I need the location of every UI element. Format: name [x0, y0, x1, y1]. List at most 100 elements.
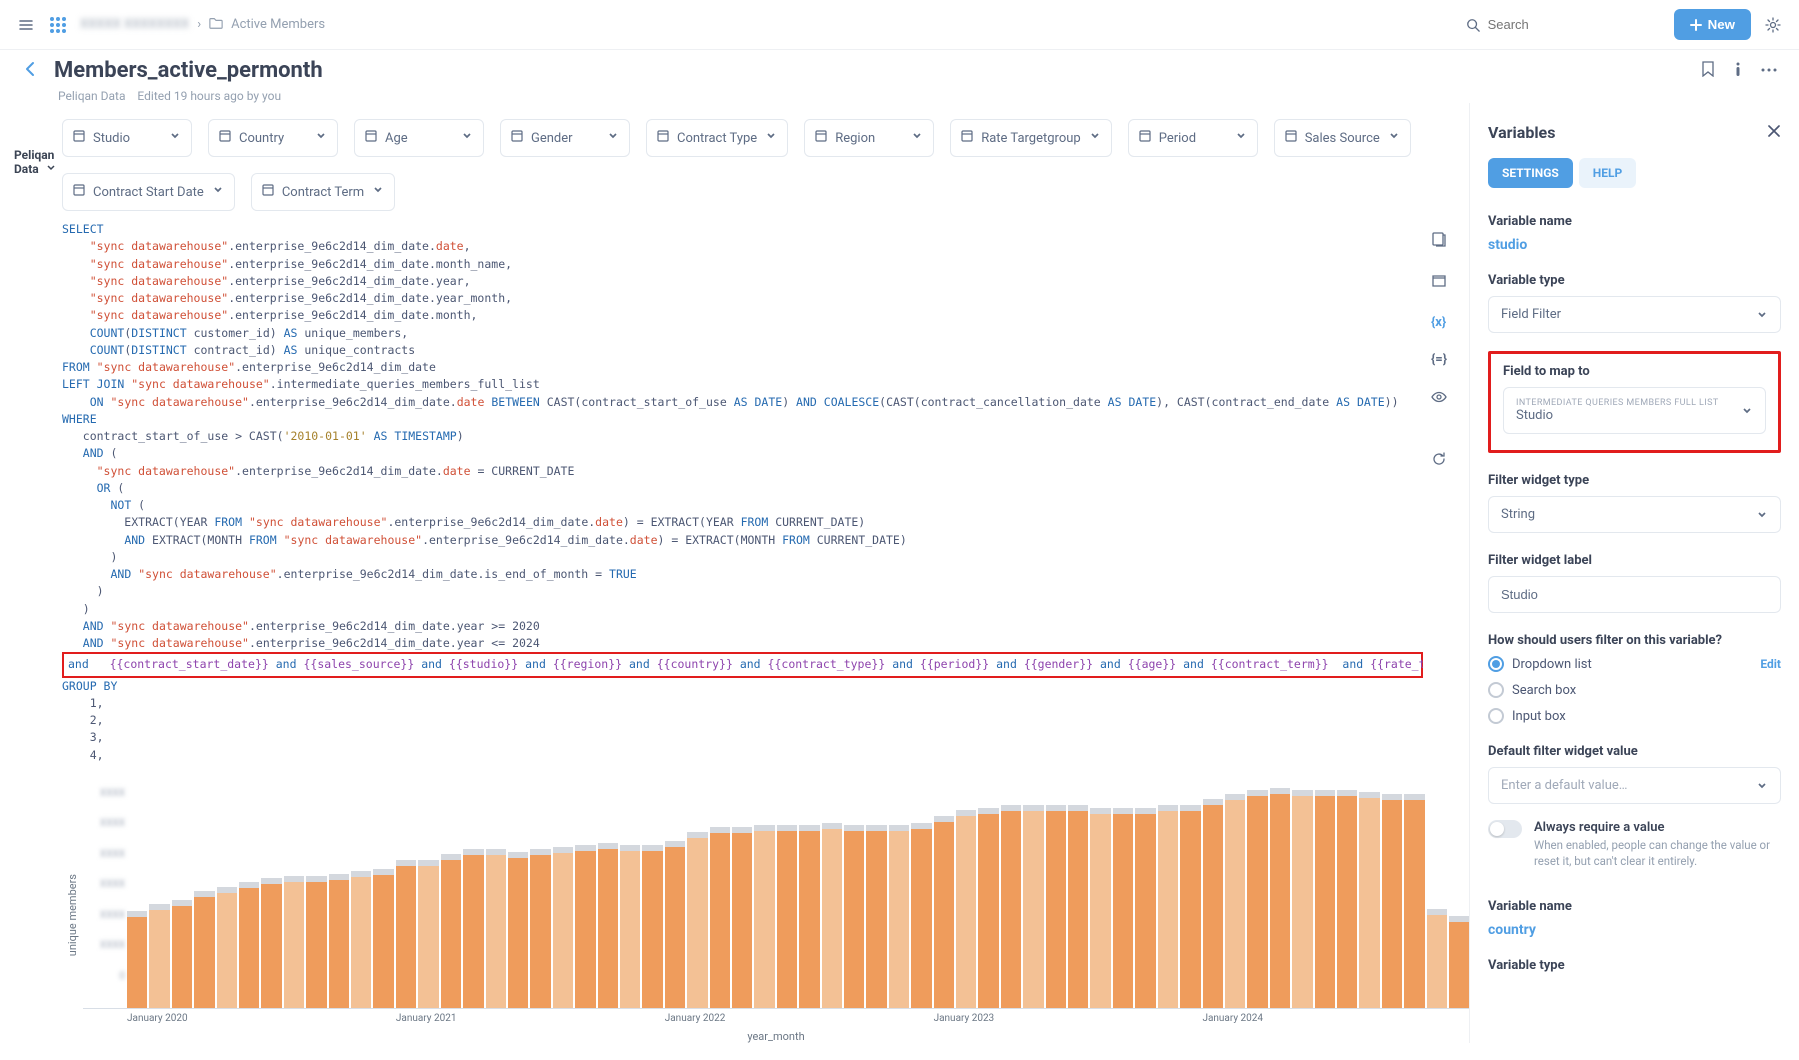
breadcrumb-collection[interactable]: Active Members — [231, 17, 325, 32]
breadcrumb-workspace[interactable]: XXXXX XXXXXXXX — [80, 17, 189, 32]
filter-contract-type[interactable]: Contract Type — [646, 119, 788, 157]
format-icon[interactable]: {=} — [1431, 352, 1447, 367]
filter-age[interactable]: Age — [354, 119, 484, 157]
bar[interactable] — [530, 849, 550, 1008]
default-value-select[interactable]: Enter a default value… — [1488, 767, 1781, 804]
bar[interactable] — [799, 825, 819, 1008]
bar[interactable] — [351, 871, 371, 1008]
widget-label-input[interactable] — [1488, 576, 1781, 613]
bar[interactable] — [822, 823, 842, 1008]
bar[interactable] — [1203, 799, 1223, 1008]
snippets-icon[interactable] — [1431, 273, 1447, 293]
bar[interactable] — [598, 843, 618, 1008]
bar[interactable] — [1359, 792, 1379, 1008]
bar[interactable] — [217, 887, 237, 1008]
refresh-icon[interactable] — [1431, 451, 1447, 471]
filter-country[interactable]: Country — [208, 119, 338, 157]
bookmark-icon[interactable] — [1701, 61, 1715, 81]
bar[interactable] — [127, 911, 147, 1008]
bar[interactable] — [1001, 805, 1021, 1008]
bar[interactable] — [1046, 805, 1066, 1008]
bar[interactable] — [866, 825, 886, 1008]
bar[interactable] — [441, 854, 461, 1008]
bar[interactable] — [508, 852, 528, 1008]
bar[interactable] — [934, 816, 954, 1008]
bar[interactable] — [149, 904, 169, 1008]
bar[interactable] — [396, 860, 416, 1008]
bar[interactable] — [620, 845, 640, 1008]
bar[interactable] — [373, 869, 393, 1008]
bar[interactable] — [1315, 790, 1335, 1008]
bar[interactable] — [1090, 808, 1110, 1008]
filter-contract-term[interactable]: Contract Term — [251, 173, 395, 211]
bar[interactable] — [172, 900, 192, 1008]
filter-region[interactable]: Region — [804, 119, 934, 157]
bar[interactable] — [1449, 916, 1469, 1009]
bar[interactable] — [486, 849, 506, 1008]
bar[interactable] — [777, 825, 797, 1008]
widget-type-select[interactable]: String — [1488, 496, 1781, 533]
filter-rate-targetgroup[interactable]: Rate Targetgroup — [950, 119, 1112, 157]
bar[interactable] — [732, 827, 752, 1008]
bar[interactable] — [575, 845, 595, 1008]
info-icon[interactable] — [1735, 61, 1741, 81]
search-box[interactable] — [1452, 11, 1662, 38]
bar[interactable] — [754, 825, 774, 1008]
bar[interactable] — [1158, 805, 1178, 1008]
bar[interactable] — [463, 849, 483, 1008]
back-icon[interactable] — [22, 60, 40, 82]
filter-studio[interactable]: Studio — [62, 119, 192, 157]
bar[interactable] — [1135, 808, 1155, 1008]
sql-editor[interactable]: SELECT "sync datawarehouse".enterprise_9… — [62, 221, 1423, 770]
menu-icon[interactable] — [16, 15, 36, 35]
bar[interactable] — [889, 825, 909, 1008]
radio-input[interactable]: Input box — [1488, 708, 1781, 724]
bar[interactable] — [1225, 794, 1245, 1008]
search-input[interactable] — [1488, 17, 1648, 32]
bar[interactable] — [1068, 805, 1088, 1008]
bar[interactable] — [642, 845, 662, 1008]
bar[interactable] — [329, 874, 349, 1008]
bar[interactable] — [1427, 909, 1447, 1008]
var-type-select[interactable]: Field Filter — [1488, 296, 1781, 333]
preview-icon[interactable] — [1431, 389, 1447, 409]
bar[interactable] — [1247, 790, 1267, 1008]
new-button[interactable]: New — [1674, 9, 1751, 40]
bar[interactable] — [1337, 790, 1357, 1008]
radio-search[interactable]: Search box — [1488, 682, 1781, 698]
variables-icon[interactable]: {x} — [1431, 315, 1447, 330]
bar[interactable] — [306, 876, 326, 1008]
settings-icon[interactable] — [1763, 15, 1783, 35]
close-icon[interactable] — [1767, 124, 1781, 142]
question-title[interactable]: Members_active_permonth — [54, 58, 323, 83]
bar[interactable] — [261, 878, 281, 1008]
bar[interactable] — [239, 882, 259, 1008]
filter-contract-start-date[interactable]: Contract Start Date — [62, 173, 235, 211]
bar[interactable] — [665, 841, 685, 1008]
edit-link[interactable]: Edit — [1760, 657, 1781, 671]
side-db-label[interactable]: Peliqan Data — [0, 103, 62, 1043]
bar[interactable] — [1382, 794, 1402, 1008]
bar[interactable] — [194, 891, 214, 1008]
bar[interactable] — [418, 860, 438, 1008]
bar[interactable] — [844, 825, 864, 1008]
filter-period[interactable]: Period — [1128, 119, 1258, 157]
filter-sales-source[interactable]: Sales Source — [1274, 119, 1411, 157]
bar[interactable] — [911, 823, 931, 1008]
bar[interactable] — [553, 847, 573, 1008]
bar[interactable] — [1180, 805, 1200, 1008]
radio-dropdown[interactable]: Dropdown list Edit — [1488, 656, 1781, 672]
bar[interactable] — [956, 810, 976, 1008]
bar[interactable] — [1270, 788, 1290, 1008]
bar[interactable] — [687, 832, 707, 1008]
bar[interactable] — [1023, 805, 1043, 1008]
bar[interactable] — [284, 876, 304, 1008]
require-toggle[interactable] — [1488, 820, 1522, 838]
tab-settings[interactable]: SETTINGS — [1488, 158, 1573, 188]
chart-plot[interactable]: XXXXXXXXXXXXXXXXXXXXXXXX0 — [83, 788, 1469, 1009]
filter-gender[interactable]: Gender — [500, 119, 630, 157]
bar[interactable] — [1113, 808, 1133, 1008]
field-map-select[interactable]: INTERMEDIATE QUERIES MEMBERS FULL LIST S… — [1503, 387, 1766, 434]
app-logo-icon[interactable] — [48, 15, 68, 35]
bar[interactable] — [1292, 790, 1312, 1008]
